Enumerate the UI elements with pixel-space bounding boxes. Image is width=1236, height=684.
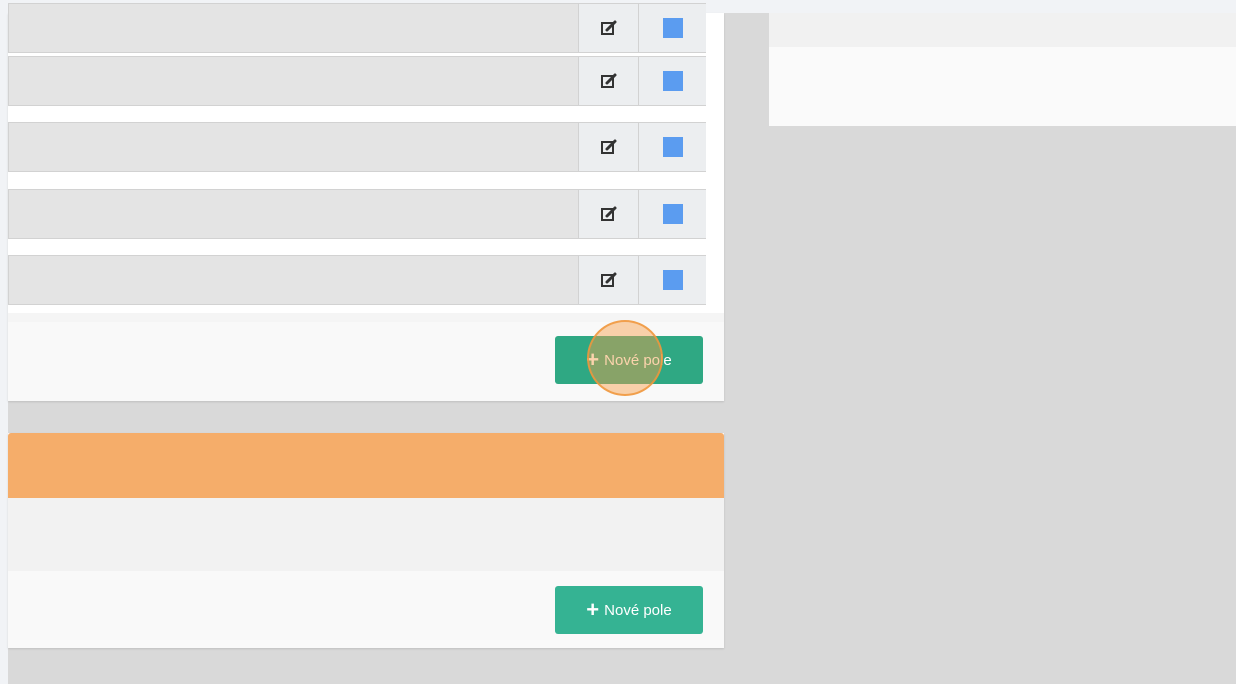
field-row — [8, 122, 706, 172]
edit-icon — [600, 73, 616, 88]
color-swatch — [662, 137, 683, 157]
new-field-button[interactable]: + Nové pole — [555, 586, 703, 634]
edit-field-button[interactable] — [578, 123, 638, 171]
second-panel-footer: + Nové pole — [8, 571, 724, 648]
edit-field-button[interactable] — [578, 190, 638, 238]
edit-icon — [600, 20, 616, 35]
field-color-button[interactable] — [638, 190, 706, 238]
color-swatch — [662, 18, 683, 38]
left-strip — [0, 13, 8, 684]
field-row — [8, 56, 706, 106]
plus-icon: + — [586, 347, 600, 372]
field-list — [8, 3, 724, 313]
new-field-label: Nové pole — [604, 601, 672, 619]
edit-icon — [600, 139, 616, 154]
new-field-label: Nové pole — [604, 351, 672, 369]
field-color-button[interactable] — [638, 4, 706, 52]
color-swatch — [662, 204, 683, 224]
new-field-button[interactable]: + Nové pole — [555, 336, 703, 384]
field-color-button[interactable] — [638, 123, 706, 171]
field-row — [8, 255, 706, 305]
field-row — [8, 3, 706, 53]
right-panel — [769, 13, 1236, 126]
second-panel-header — [8, 433, 724, 498]
field-color-button[interactable] — [638, 256, 706, 304]
edit-icon — [600, 206, 616, 221]
edit-icon — [600, 272, 616, 287]
field-row — [8, 189, 706, 239]
edit-field-button[interactable] — [578, 4, 638, 52]
edit-field-button[interactable] — [578, 57, 638, 105]
color-swatch — [662, 71, 683, 91]
fields-panel: + Nové pole — [8, 3, 724, 401]
plus-icon: + — [586, 597, 600, 622]
edit-field-button[interactable] — [578, 256, 638, 304]
right-panel-strip — [769, 13, 1236, 47]
fields-panel-footer: + Nové pole — [8, 322, 724, 401]
second-panel: + Nové pole — [8, 433, 724, 648]
second-panel-body — [8, 498, 724, 571]
color-swatch — [662, 270, 683, 290]
field-color-button[interactable] — [638, 57, 706, 105]
